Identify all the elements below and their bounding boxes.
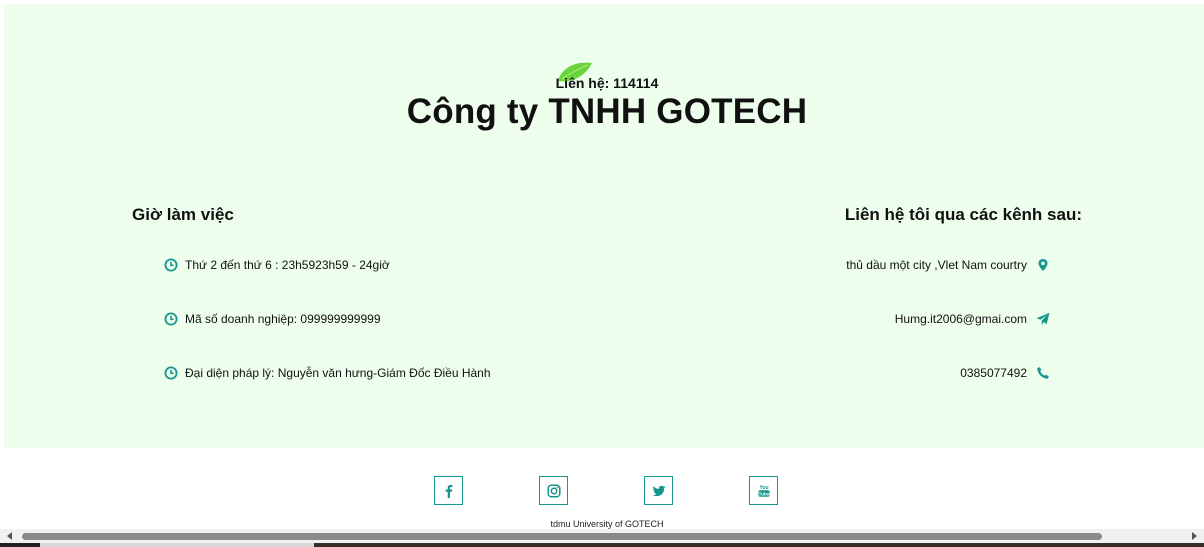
youtube-icon: YouTube <box>758 485 769 497</box>
business-code-text: Mã số doanh nghiệp: 099999999999 <box>185 312 381 326</box>
clock-icon <box>164 366 178 380</box>
scroll-left-arrow-icon[interactable] <box>7 532 12 540</box>
email-item[interactable]: Humg.it2006@gmai.com <box>895 312 1050 326</box>
address-item: thủ dầu một city ,Vlet Nam courtry <box>846 258 1050 272</box>
next-section-edge <box>0 543 1204 547</box>
twitter-button[interactable] <box>644 476 673 505</box>
phone-text[interactable]: 0385077492 <box>960 366 1027 380</box>
scrollbar-thumb[interactable] <box>22 533 1102 540</box>
clock-icon <box>164 258 178 272</box>
hours-item: Thứ 2 đến thứ 6 : 23h5923h59 - 24giờ <box>164 258 390 272</box>
phone-icon <box>1036 366 1050 380</box>
next-section-edge-image <box>314 543 1204 547</box>
instagram-icon <box>546 483 561 498</box>
clock-icon <box>164 312 178 326</box>
legal-representative-text: Đại diện pháp lý: Nguyễn văn hưng-Giám Đ… <box>185 366 491 380</box>
contact-channels-title: Liên hệ tôi qua các kênh sau: <box>844 205 1082 224</box>
hotline-text: Liên hệ: 114114 <box>555 75 659 91</box>
instagram-button[interactable] <box>539 476 568 505</box>
address-text: thủ dầu một city ,Vlet Nam courtry <box>846 258 1027 272</box>
facebook-icon <box>445 484 452 498</box>
footer-credit: tdmu University of GOTECH <box>550 519 664 529</box>
email-text[interactable]: Humg.it2006@gmai.com <box>895 312 1027 326</box>
youtube-button[interactable]: You Tube <box>749 476 778 505</box>
facebook-button[interactable] <box>434 476 463 505</box>
map-marker-icon <box>1036 258 1050 272</box>
business-code-item: Mã số doanh nghiệp: 099999999999 <box>164 312 381 326</box>
paper-plane-icon <box>1036 312 1050 326</box>
company-name: Công ty TNHH GOTECH <box>406 92 808 131</box>
twitter-icon <box>652 485 665 496</box>
scroll-right-arrow-icon[interactable] <box>1192 532 1197 540</box>
contact-section <box>4 4 1204 448</box>
horizontal-scrollbar[interactable] <box>0 529 1204 543</box>
next-section-edge-left <box>0 543 40 547</box>
phone-item[interactable]: 0385077492 <box>960 366 1050 380</box>
working-hours-title: Giờ làm việc <box>132 205 234 224</box>
hours-item-text: Thứ 2 đến thứ 6 : 23h5923h59 - 24giờ <box>185 258 390 272</box>
svg-text:Tube: Tube <box>758 491 769 496</box>
legal-representative-item: Đại diện pháp lý: Nguyễn văn hưng-Giám Đ… <box>164 366 491 380</box>
